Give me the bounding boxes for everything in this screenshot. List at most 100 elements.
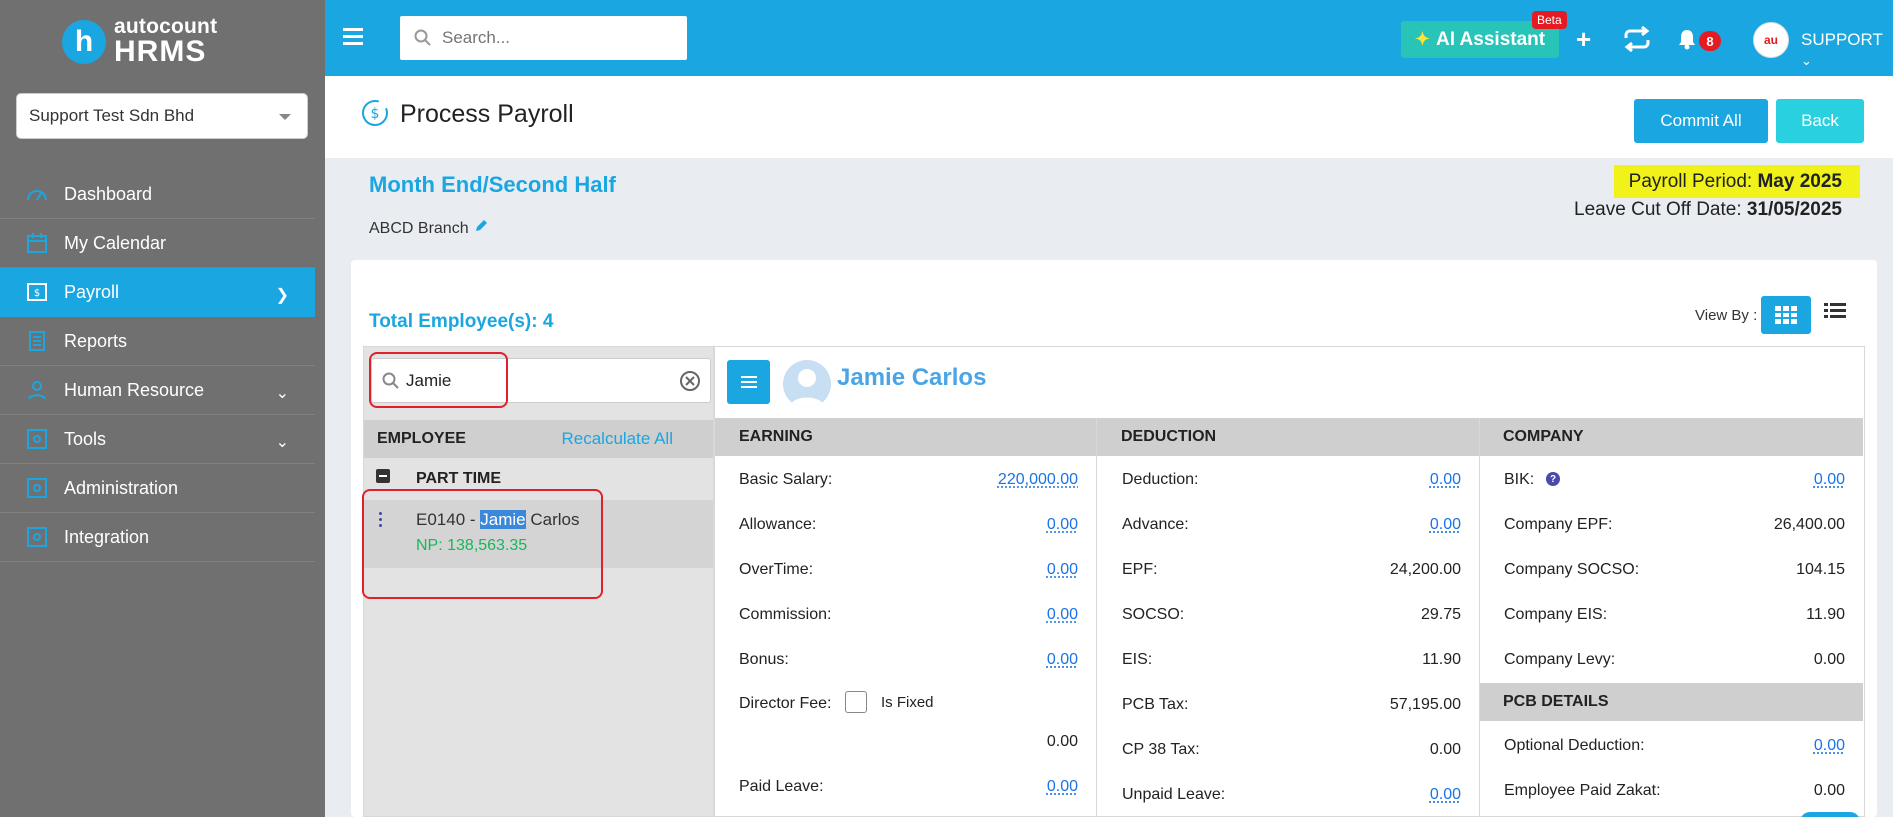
commission-value[interactable]: 0.00 <box>1047 606 1078 624</box>
bell-icon[interactable] <box>1677 28 1697 55</box>
optional-deduction-value[interactable]: 0.00 <box>1814 737 1845 755</box>
socso-value: 29.75 <box>1420 606 1461 623</box>
paid-leave-label: Paid Leave: <box>739 778 824 795</box>
deduction-value[interactable]: 0.00 <box>1430 471 1461 489</box>
employee-header-label: EMPLOYEE <box>377 430 466 447</box>
sidebar-nav: Dashboard My Calendar $ Payroll ❯ Report… <box>0 170 315 562</box>
sidebar-item-human-resource[interactable]: Human Resource ⌄ <box>0 366 315 415</box>
human-resource-icon <box>24 378 50 402</box>
svg-text:$: $ <box>34 288 40 299</box>
director-fee-label: Director Fee: <box>739 695 832 712</box>
logo-mark: h <box>62 19 106 64</box>
company-select[interactable]: Support Test Sdn Bhd <box>16 93 308 139</box>
clear-icon[interactable] <box>680 371 700 391</box>
leave-cutoff-date: Leave Cut Off Date: 31/05/2025 <box>1574 199 1842 220</box>
commit-all-button[interactable]: Commit All <box>1634 99 1768 143</box>
ai-assistant-label: AI Assistant <box>1435 28 1546 50</box>
bonus-value[interactable]: 0.00 <box>1047 651 1078 669</box>
company-epf-label: Company EPF: <box>1504 516 1613 533</box>
paid-leave-value[interactable]: 0.00 <box>1047 778 1078 796</box>
group-label: PART TIME <box>416 470 502 487</box>
cp38-tax-value: 0.00 <box>1429 741 1461 758</box>
collapse-icon[interactable] <box>376 469 390 483</box>
employee-detail-name: Jamie Carlos <box>837 364 987 391</box>
sidebar-item-reports[interactable]: Reports <box>0 317 315 366</box>
director-fee-value: 0.00 <box>1046 733 1078 750</box>
view-by-label: View By : <box>1695 307 1758 324</box>
administration-icon <box>24 476 50 500</box>
advance-label: Advance: <box>1122 516 1189 533</box>
user-menu[interactable]: SUPPORT ⌄ <box>1801 30 1893 70</box>
edit-pencil-icon[interactable] <box>474 219 488 238</box>
list-icon <box>1824 303 1846 318</box>
sidebar-item-integration[interactable]: Integration <box>0 513 315 562</box>
sidebar-item-dashboard[interactable]: Dashboard <box>0 170 315 219</box>
is-fixed-checkbox[interactable] <box>845 691 867 713</box>
grid-icon <box>1775 306 1797 324</box>
global-search-input[interactable] <box>442 28 662 48</box>
sidebar-item-label: Payroll <box>64 281 120 302</box>
integration-icon <box>24 525 50 549</box>
reports-icon <box>24 329 50 353</box>
annotation-box-search <box>369 352 508 408</box>
sidebar-item-label: Human Resource <box>64 379 205 400</box>
epf-value: 24,200.00 <box>1389 561 1461 578</box>
global-search[interactable] <box>400 16 687 60</box>
recalculate-all-link[interactable]: Recalculate All <box>561 429 673 449</box>
sidebar-item-payroll[interactable]: $ Payroll ❯ <box>0 268 315 317</box>
sparkle-icon: ✦ <box>1414 29 1430 49</box>
grid-view-button[interactable] <box>1761 296 1811 334</box>
basic-salary-value[interactable]: 220,000.00 <box>998 471 1078 489</box>
logo[interactable]: h autocount HRMS <box>62 16 217 67</box>
socso-label: SOCSO: <box>1122 606 1185 623</box>
search-icon <box>414 29 431 46</box>
payroll-period: Payroll Period: May 2025 <box>1614 165 1860 198</box>
menu-icon <box>740 376 757 388</box>
sidebar-item-tools[interactable]: Tools ⌄ <box>0 415 315 464</box>
user-avatar[interactable]: au <box>1753 22 1789 58</box>
unpaid-leave-value[interactable]: 0.00 <box>1430 786 1461 804</box>
company-levy-value: 0.00 <box>1813 651 1845 668</box>
employee-avatar <box>783 360 831 408</box>
branch: ABCD Branch <box>369 219 488 238</box>
notification-count-badge: 8 <box>1699 31 1721 51</box>
earning-header: EARNING <box>715 418 1097 456</box>
sidebar: h autocount HRMS Support Test Sdn Bhd Da… <box>0 0 325 817</box>
sidebar-item-my-calendar[interactable]: My Calendar <box>0 219 315 268</box>
company-socso-value: 104.15 <box>1796 561 1845 578</box>
sidebar-item-label: Dashboard <box>64 183 153 204</box>
annotation-box-employee <box>362 489 603 599</box>
list-view-button[interactable] <box>1824 302 1846 325</box>
logo-text-big: HRMS <box>114 35 207 68</box>
overtime-value[interactable]: 0.00 <box>1047 561 1078 579</box>
top-bar: ✦ AI Assistant Beta + 8 au SUPPORT ⌄ <box>325 0 1893 76</box>
deduction-label: Deduction: <box>1122 471 1199 488</box>
leave-cutoff-value: 31/05/2025 <box>1746 199 1842 220</box>
period-title: Month End/Second Half <box>369 172 616 197</box>
calendar-icon <box>24 231 50 255</box>
sidebar-item-administration[interactable]: Administration <box>0 464 315 513</box>
hamburger-menu-icon[interactable] <box>343 28 363 49</box>
pcb-details-header: PCB DETAILS <box>1480 683 1863 721</box>
scroll-to-top-button[interactable] <box>1800 812 1860 817</box>
company-socso-label: Company SOCSO: <box>1504 561 1640 578</box>
plus-icon[interactable]: + <box>1576 24 1591 55</box>
basic-salary-label: Basic Salary: <box>739 471 833 488</box>
help-icon[interactable]: ? <box>1546 472 1560 486</box>
caret-down-icon <box>279 114 291 120</box>
bik-value[interactable]: 0.00 <box>1814 471 1845 489</box>
advance-value[interactable]: 0.00 <box>1430 516 1461 534</box>
company-header: COMPANY <box>1479 418 1863 456</box>
back-button[interactable]: Back <box>1776 99 1864 143</box>
employee-list-header: EMPLOYEE Recalculate All <box>364 420 713 458</box>
branch-label: ABCD Branch <box>369 219 469 237</box>
cp38-tax-label: CP 38 Tax: <box>1122 741 1200 758</box>
sync-icon[interactable] <box>1622 25 1652 57</box>
chevron-down-icon: ⌄ <box>275 385 289 402</box>
sidebar-item-label: Administration <box>64 477 179 498</box>
detail-menu-button[interactable] <box>727 360 770 404</box>
unpaid-leave-label: Unpaid Leave: <box>1122 786 1226 803</box>
company-select-value: Support Test Sdn Bhd <box>29 106 195 125</box>
allowance-value[interactable]: 0.00 <box>1047 516 1078 534</box>
optional-deduction-label: Optional Deduction: <box>1504 737 1645 754</box>
